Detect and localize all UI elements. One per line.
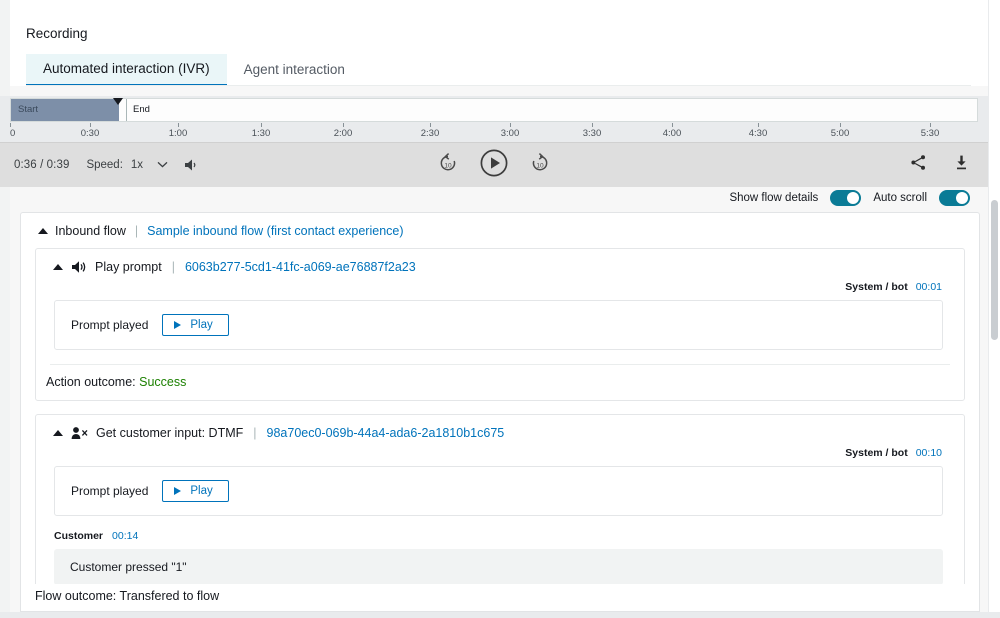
replay-10-icon[interactable]: 10 xyxy=(437,152,459,179)
flow-options: Show flow details Auto scroll xyxy=(729,190,970,206)
prompt-played-label: Prompt played xyxy=(71,318,148,332)
tabs-divider xyxy=(26,85,971,86)
action-card: Get customer input: DTMF | 98a70ec0-069b… xyxy=(35,414,965,610)
speaker-timestamp[interactable]: 00:01 xyxy=(916,281,942,293)
action-id-link[interactable]: 6063b277-5cd1-41fc-a069-ae76887f2a23 xyxy=(185,260,416,274)
auto-scroll-toggle[interactable] xyxy=(939,190,970,206)
player-actions xyxy=(910,143,970,187)
show-flow-details-toggle[interactable] xyxy=(830,190,861,206)
page-left-gutter xyxy=(0,0,10,618)
page-title: Recording xyxy=(26,26,88,41)
flow-header: Inbound flow | Sample inbound flow (firs… xyxy=(21,213,979,248)
auto-scroll-label: Auto scroll xyxy=(873,192,927,204)
speed-label: Speed: xyxy=(86,159,122,171)
player-transport: 10 10 xyxy=(0,143,988,187)
action-header: Get customer input: DTMF | 98a70ec0-069b… xyxy=(36,415,964,443)
timeline-tick: 3:00 xyxy=(510,123,529,139)
timeline-segment-end[interactable]: End xyxy=(126,99,150,121)
tab-agent-interaction[interactable]: Agent interaction xyxy=(227,54,362,86)
player-time: 0:36 / 0:39 xyxy=(14,159,69,171)
play-triangle-icon xyxy=(174,321,181,329)
action-outcome-label: Action outcome: xyxy=(46,375,139,389)
timeline-tick: 1:30 xyxy=(261,123,280,139)
speed-value[interactable]: 1x xyxy=(131,159,143,171)
player-controls: 0:36 / 0:39 Speed: 1x 10 xyxy=(0,142,988,187)
speaker-name: Customer xyxy=(54,530,103,542)
speaker-timestamp[interactable]: 00:14 xyxy=(112,530,138,542)
svg-text:10: 10 xyxy=(536,162,544,169)
show-flow-details-label: Show flow details xyxy=(729,192,818,204)
interaction-tabs: Automated interaction (IVR) Agent intera… xyxy=(26,54,362,86)
action-title: Play prompt xyxy=(95,260,162,274)
timeline-tick: 0:30 xyxy=(90,123,109,139)
separator: | xyxy=(172,260,175,274)
flow-panel: Inbound flow | Sample inbound flow (firs… xyxy=(20,212,980,610)
recording-timeline[interactable]: Start End 0 0:30 1:00 1:30 2:00 2:30 3:0… xyxy=(0,96,988,142)
volume-icon[interactable] xyxy=(184,158,199,172)
timeline-tick: 2:30 xyxy=(430,123,449,139)
play-button-label: Play xyxy=(190,319,212,331)
timeline-tick: 3:30 xyxy=(592,123,611,139)
timeline-ruler: 0 0:30 1:00 1:30 2:00 2:30 3:00 3:30 4:0… xyxy=(10,123,978,142)
action-title: Get customer input: DTMF xyxy=(96,426,243,440)
play-circle-icon[interactable] xyxy=(479,148,509,183)
action-outcome-value: Success xyxy=(139,375,186,389)
get-customer-input-icon xyxy=(71,426,88,440)
timeline-tick: 5:30 xyxy=(930,123,949,139)
caret-up-icon[interactable] xyxy=(53,430,63,436)
chevron-down-icon[interactable] xyxy=(157,159,168,171)
speaker-name: System / bot xyxy=(845,281,907,293)
system-speaker-row: System / bot 00:01 xyxy=(36,277,964,293)
page-top-gutter xyxy=(10,0,988,10)
timeline-tick: 0 xyxy=(10,123,15,139)
page-bottom-gutter xyxy=(0,612,1000,618)
vertical-scrollbar[interactable] xyxy=(991,196,998,606)
forward-10-icon[interactable]: 10 xyxy=(529,152,551,179)
prompt-played-box: Prompt played Play xyxy=(54,466,943,516)
play-prompt-button[interactable]: Play xyxy=(162,480,228,502)
customer-speaker-row: Customer 00:14 xyxy=(36,516,964,542)
flow-outcome: Flow outcome: Transfered to flow xyxy=(20,584,980,612)
action-id-link[interactable]: 98a70ec0-069b-44a4-ada6-2a1810b1c675 xyxy=(267,426,505,440)
speaker-icon xyxy=(71,260,87,274)
timeline-segment-start[interactable]: Start xyxy=(11,99,119,121)
recording-header: Recording Automated interaction (IVR) Ag… xyxy=(10,10,988,86)
caret-up-icon[interactable] xyxy=(53,264,63,270)
timeline-tick: 5:00 xyxy=(840,123,859,139)
action-outcome: Action outcome: Success xyxy=(36,365,964,400)
timeline-track[interactable]: Start End xyxy=(10,98,978,122)
separator: | xyxy=(253,426,256,440)
caret-up-icon[interactable] xyxy=(38,228,48,234)
flow-link[interactable]: Sample inbound flow (first contact exper… xyxy=(147,224,403,238)
action-header: Play prompt | 6063b277-5cd1-41fc-a069-ae… xyxy=(36,249,964,277)
action-card: Play prompt | 6063b277-5cd1-41fc-a069-ae… xyxy=(35,248,965,401)
scrollbar-thumb[interactable] xyxy=(991,200,998,340)
tab-automated-interaction[interactable]: Automated interaction (IVR) xyxy=(26,54,227,86)
speaker-name: System / bot xyxy=(845,447,907,459)
separator: | xyxy=(135,224,138,238)
play-triangle-icon xyxy=(174,487,181,495)
download-icon[interactable] xyxy=(953,154,970,176)
customer-message: Customer pressed "1" xyxy=(54,549,943,585)
play-button-label: Play xyxy=(190,485,212,497)
svg-text:10: 10 xyxy=(444,162,452,169)
timeline-tick: 1:00 xyxy=(178,123,197,139)
flow-name: Inbound flow xyxy=(55,224,126,238)
prompt-played-box: Prompt played Play xyxy=(54,300,943,350)
speaker-timestamp[interactable]: 00:10 xyxy=(916,447,942,459)
play-prompt-button[interactable]: Play xyxy=(162,314,228,336)
timeline-playhead-marker[interactable] xyxy=(113,98,123,105)
timeline-tick: 2:00 xyxy=(343,123,362,139)
recording-page: Recording Automated interaction (IVR) Ag… xyxy=(0,0,1000,618)
prompt-played-label: Prompt played xyxy=(71,484,148,498)
timeline-tick: 4:00 xyxy=(672,123,691,139)
system-speaker-row: System / bot 00:10 xyxy=(36,443,964,459)
timeline-tick: 4:30 xyxy=(758,123,777,139)
share-icon[interactable] xyxy=(910,154,927,176)
